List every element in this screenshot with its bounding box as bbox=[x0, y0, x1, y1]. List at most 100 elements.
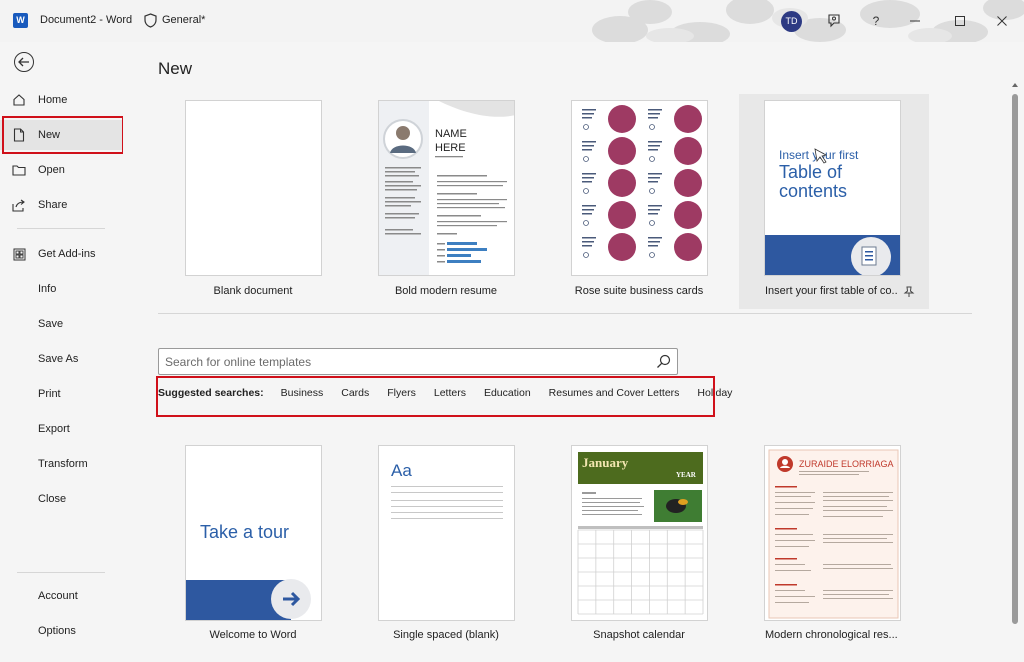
feedback-icon[interactable] bbox=[824, 11, 844, 31]
card-text-line bbox=[582, 177, 594, 179]
toc-preview: Insert your first Table of contents bbox=[765, 148, 900, 275]
welcome-tour-text: Take a tour bbox=[200, 522, 289, 542]
sidebar-item-close[interactable]: Close bbox=[0, 484, 123, 514]
sidebar-item-account[interactable]: Account bbox=[0, 581, 123, 611]
sidebar-item-label: Get Add-ins bbox=[38, 248, 96, 260]
sidebar-item-print[interactable]: Print bbox=[0, 379, 123, 409]
chrono-resume-preview: ZURAIDE ELORRIAGA bbox=[768, 449, 899, 619]
template-label[interactable]: Rose suite business cards bbox=[544, 285, 734, 297]
card-text-line bbox=[582, 181, 592, 183]
card-text-line bbox=[582, 209, 594, 211]
template-thumb-snapshot-calendar[interactable]: January YEAR bbox=[571, 445, 708, 621]
calendar-preview: January YEAR bbox=[577, 452, 704, 615]
calendar-month: January bbox=[582, 455, 629, 470]
toc-line2: Table of bbox=[779, 162, 843, 182]
template-label[interactable]: Snapshot calendar bbox=[544, 629, 734, 641]
avatar[interactable]: TD bbox=[781, 11, 802, 32]
section-divider bbox=[158, 313, 972, 314]
resume-name-line1: NAME bbox=[435, 128, 467, 140]
template-label[interactable]: Insert your first table of co... bbox=[737, 285, 897, 297]
card-text-line bbox=[582, 145, 594, 147]
maximize-icon[interactable] bbox=[950, 11, 970, 31]
sidebar-item-options[interactable]: Options bbox=[0, 616, 123, 646]
sidebar-item-save[interactable]: Save bbox=[0, 309, 123, 339]
template-thumb-blank[interactable] bbox=[185, 100, 322, 276]
card-logo-mark bbox=[583, 188, 589, 194]
back-arrow-icon[interactable] bbox=[14, 52, 34, 72]
card-text-line bbox=[648, 149, 658, 151]
card-rose-mark bbox=[608, 137, 636, 165]
scrollbar-thumb[interactable] bbox=[1012, 94, 1018, 624]
home-icon bbox=[0, 93, 38, 107]
template-thumb-welcome[interactable]: Take a tour bbox=[185, 445, 322, 621]
card-text-line bbox=[648, 109, 662, 111]
card-text-line bbox=[582, 213, 592, 215]
sidebar-item-export[interactable]: Export bbox=[0, 414, 123, 444]
vertical-scrollbar[interactable] bbox=[1009, 82, 1021, 662]
sidebar-item-transform[interactable]: Transform bbox=[0, 449, 123, 479]
business-cards-preview bbox=[582, 105, 702, 261]
card-text-line bbox=[582, 245, 592, 247]
sidebar-item-share[interactable]: Share bbox=[0, 190, 123, 220]
template-label[interactable]: Welcome to Word bbox=[158, 629, 348, 641]
card-rose-mark bbox=[608, 169, 636, 197]
sidebar-item-label: Open bbox=[38, 164, 65, 176]
card-text-line bbox=[648, 113, 660, 115]
minimize-icon[interactable] bbox=[905, 11, 925, 31]
card-text-line bbox=[648, 173, 662, 175]
card-text-line bbox=[648, 237, 662, 239]
scroll-up-icon[interactable] bbox=[1011, 82, 1019, 88]
card-text-line bbox=[582, 205, 596, 207]
card-text-line bbox=[582, 109, 596, 111]
title-bar: W Document2 - Word General* TD ? bbox=[0, 0, 1024, 42]
template-label[interactable]: Modern chronological res... bbox=[737, 629, 897, 641]
card-text-line bbox=[648, 245, 658, 247]
pin-icon[interactable] bbox=[903, 286, 915, 298]
card-text-line bbox=[582, 149, 592, 151]
close-icon[interactable] bbox=[992, 11, 1012, 31]
share-icon bbox=[0, 199, 38, 212]
template-label[interactable]: Single spaced (blank) bbox=[351, 629, 541, 641]
card-text-line bbox=[648, 145, 660, 147]
resume-preview: NAME HERE bbox=[379, 101, 514, 275]
template-thumb-bold-modern-resume[interactable]: NAME HERE bbox=[378, 100, 515, 276]
search-input[interactable] bbox=[159, 349, 639, 374]
help-icon[interactable]: ? bbox=[866, 11, 886, 31]
template-thumb-rose-business-cards[interactable] bbox=[571, 100, 708, 276]
card-text-line bbox=[582, 141, 596, 143]
sidebar-item-label: Print bbox=[38, 388, 61, 400]
sidebar-item-label: Home bbox=[38, 94, 68, 106]
sensitivity-label[interactable]: General* bbox=[162, 14, 205, 26]
card-rose-mark bbox=[674, 201, 702, 229]
card-text-line bbox=[582, 173, 596, 175]
card-logo-mark bbox=[583, 124, 589, 130]
template-search-box[interactable] bbox=[158, 348, 678, 375]
sidebar-item-open[interactable]: Open bbox=[0, 155, 123, 185]
shield-icon[interactable] bbox=[144, 13, 157, 28]
new-pane: New Blank document NAME HERE Bold modern… bbox=[123, 42, 1024, 662]
sidebar-item-get-add-ins[interactable]: Get Add-ins bbox=[0, 239, 123, 269]
sidebar-item-label: Share bbox=[38, 199, 68, 211]
card-rose-mark bbox=[674, 105, 702, 133]
sidebar-item-save-as[interactable]: Save As bbox=[0, 344, 123, 374]
template-label[interactable]: Blank document bbox=[158, 285, 348, 297]
sidebar-item-info[interactable]: Info bbox=[0, 274, 123, 304]
template-thumb-table-of-contents[interactable]: Insert your first Table of contents bbox=[764, 100, 901, 276]
template-thumb-modern-chronological-resume[interactable]: ZURAIDE ELORRIAGA bbox=[764, 445, 901, 621]
single-spaced-preview: Aa bbox=[391, 461, 503, 519]
resume-name-line2: HERE bbox=[435, 142, 466, 154]
card-rose-mark bbox=[674, 233, 702, 261]
sidebar-divider bbox=[17, 228, 105, 229]
card-text-line bbox=[648, 177, 660, 179]
card-logo-mark bbox=[583, 252, 589, 258]
template-thumb-single-spaced[interactable]: Aa bbox=[378, 445, 515, 621]
card-text-line bbox=[648, 141, 662, 143]
search-icon[interactable] bbox=[656, 354, 671, 369]
card-text-line bbox=[648, 213, 658, 215]
template-label[interactable]: Bold modern resume bbox=[351, 285, 541, 297]
sidebar-item-label: Options bbox=[38, 625, 76, 637]
welcome-preview: Take a tour bbox=[186, 522, 311, 620]
sidebar-item-home[interactable]: Home bbox=[0, 85, 123, 115]
card-text-line bbox=[648, 241, 660, 243]
sidebar-item-label: Save As bbox=[38, 353, 79, 365]
